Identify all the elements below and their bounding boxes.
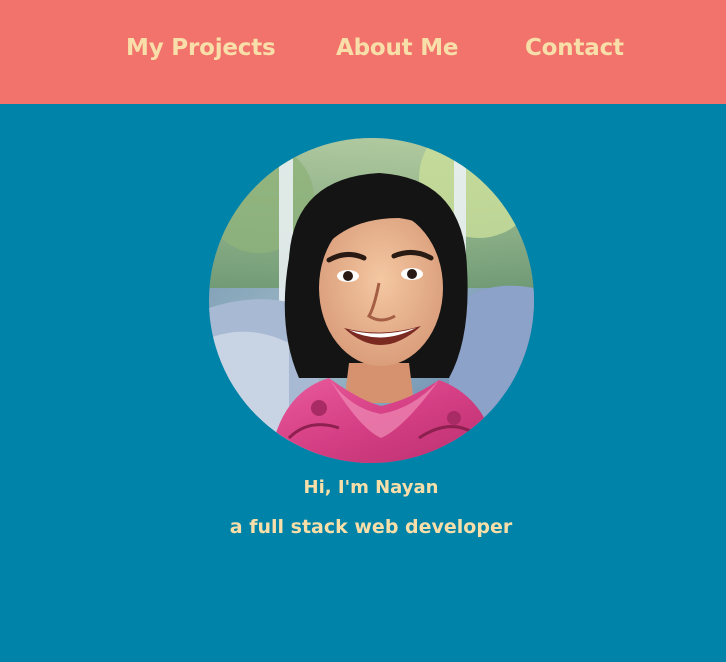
avatar-illustration: [209, 138, 534, 463]
hero-tagline: a full stack web developer: [229, 516, 513, 538]
nav-link-about-me[interactable]: About Me: [336, 35, 459, 61]
profile-avatar: [209, 138, 534, 463]
top-navigation: My Projects About Me Contact: [0, 0, 726, 104]
hero-greeting: Hi, I'm Nayan: [303, 477, 439, 498]
nav-link-contact[interactable]: Contact: [525, 35, 624, 61]
nav-link-my-projects[interactable]: My Projects: [126, 35, 276, 61]
